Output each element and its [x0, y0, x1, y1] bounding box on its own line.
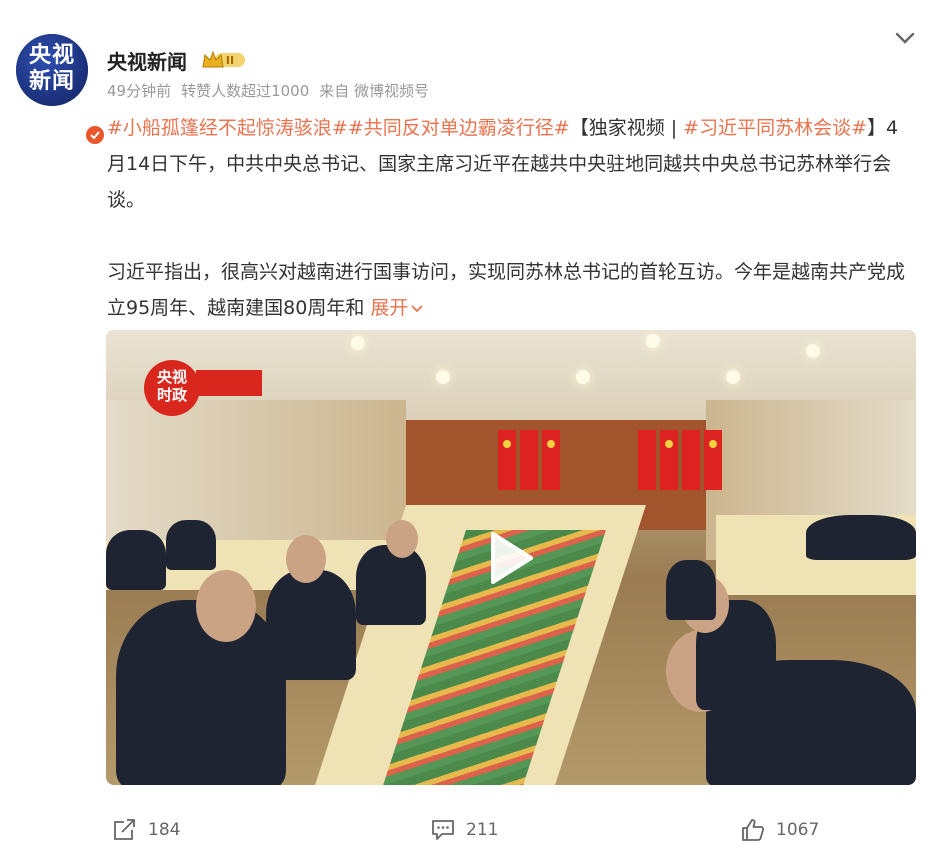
post-text: #小船孤篷经不起惊涛骇浪##共同反对单边霸凌行径#【独家视频 | #习近平同苏林…	[107, 110, 917, 218]
post-body-2: 习近平指出，很高兴对越南进行国事访问，实现同苏林总书记的首轮互访。今年是越南共产…	[107, 261, 906, 319]
post-source: 来自 微博视频号	[319, 82, 430, 100]
like-button[interactable]: 1067	[740, 810, 819, 850]
like-icon	[742, 819, 765, 841]
chevron-down-icon	[895, 32, 915, 44]
repost-count: 184	[148, 820, 181, 840]
video-logo-line1: 央视	[156, 368, 187, 386]
play-icon[interactable]	[489, 530, 535, 586]
post-meta: 49分钟前 转赞人数超过1000 来自 微博视频号	[107, 80, 439, 101]
video-logo-line2: 时政	[156, 386, 187, 404]
hashtag-link-end[interactable]: #	[851, 117, 867, 139]
comment-icon	[432, 820, 454, 840]
video-logo: 央视 时政	[144, 360, 200, 416]
action-bar: 184 211 1067	[0, 810, 946, 850]
level-badge-text: II	[226, 54, 234, 67]
repost-button[interactable]: 184	[112, 810, 180, 850]
comment-count: 211	[466, 820, 499, 840]
post-label: 【独家视频 |	[569, 117, 684, 139]
author-name[interactable]: 央视新闻	[107, 46, 187, 75]
post-text-para2: 习近平指出，很高兴对越南进行国事访问，实现同苏林总书记的首轮互访。今年是越南共产…	[107, 254, 917, 326]
crown-icon: II	[202, 50, 245, 68]
like-count: 1067	[776, 820, 820, 840]
video-player[interactable]: 央视 时政	[106, 330, 916, 785]
more-options-button[interactable]	[893, 28, 917, 48]
repost-icon	[114, 819, 135, 840]
logo-strip	[196, 370, 262, 396]
comment-button[interactable]: 211	[430, 810, 498, 850]
hashtag-link[interactable]: #共同反对单边霸凌行径#	[348, 117, 570, 139]
avatar-line2: 新闻	[28, 69, 75, 94]
expand-label: 展开	[370, 297, 409, 319]
verified-icon	[84, 124, 106, 146]
expand-link[interactable]: 展开	[370, 297, 424, 319]
post-time[interactable]: 49分钟前	[107, 82, 171, 100]
hashtag-link[interactable]: #习近平同苏林会谈	[683, 117, 851, 139]
avatar-line1: 央视	[28, 43, 75, 68]
repost-note: 转赞人数超过1000	[181, 82, 310, 100]
chevron-down-icon	[411, 304, 424, 312]
hashtag-link[interactable]: #小船孤篷经不起惊涛骇浪#	[107, 117, 348, 139]
avatar[interactable]: 央视 新闻	[16, 34, 106, 146]
weibo-post: 央视 新闻 央视新闻 II 49分钟前 转赞人数超过1000 来自 微博视频号 #小…	[0, 0, 946, 862]
